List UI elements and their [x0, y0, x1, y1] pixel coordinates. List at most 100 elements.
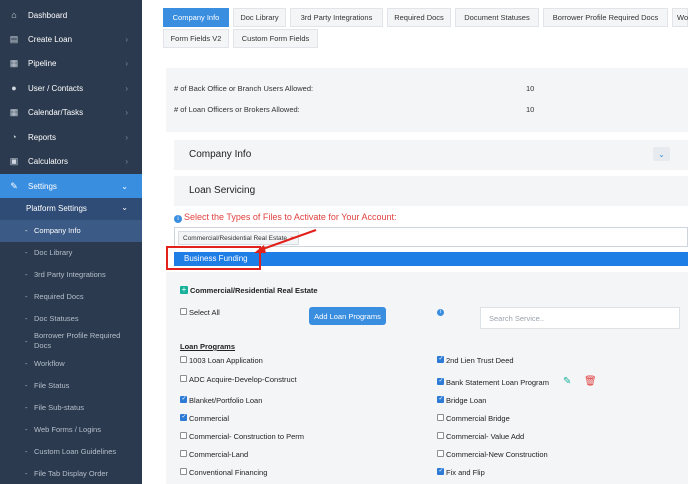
sidebar-item-label: Pipeline — [28, 58, 57, 68]
sidebar-subitem-label: File Status — [34, 381, 70, 390]
program-checkbox[interactable] — [180, 356, 187, 363]
program-checkbox[interactable] — [180, 468, 187, 475]
sidebar-item-label: Create Loan — [28, 34, 73, 44]
file-types-title: i Select the Types of Files to Activate f… — [174, 212, 396, 223]
sidebar-item-label: Platform Settings — [26, 204, 87, 213]
info-icon: i — [174, 215, 182, 223]
tab-doc-library[interactable]: Doc Library — [233, 8, 286, 27]
company-info-panel-header[interactable]: Company Info ⌄ — [174, 140, 688, 170]
chevron-right-icon: › — [125, 34, 128, 44]
loan-servicing-panel-title: Loan Servicing — [189, 185, 256, 196]
program-section-title: Commercial/Residential Real Estate — [190, 286, 318, 295]
program-checkbox[interactable] — [180, 450, 187, 457]
chevron-right-icon: › — [125, 107, 128, 117]
sidebar-item-create-loan[interactable]: ▤ Create Loan › — [0, 28, 142, 50]
tab-custom-form-fields[interactable]: Custom Form Fields — [233, 29, 318, 48]
program-label: 1003 Loan Application — [189, 356, 263, 365]
sidebar-item-pipeline[interactable]: ▦ Pipeline › — [0, 52, 142, 74]
sidebar: ⌂ Dashboard ▤ Create Loan › ▦ Pipeline ›… — [0, 0, 142, 484]
tab-company-info[interactable]: Company Info — [163, 8, 229, 27]
sidebar-subitem-label: Doc Library — [34, 248, 73, 257]
plus-icon[interactable]: + — [180, 286, 188, 294]
program-label: Commercial- Construction to Perm — [189, 432, 305, 441]
sidebar-item-platform-settings[interactable]: Platform Settings ⌄ — [0, 198, 142, 220]
program-checkbox[interactable] — [437, 450, 444, 457]
chevron-right-icon: › — [125, 83, 128, 93]
document-icon: ▤ — [9, 33, 19, 44]
program-checkbox[interactable] — [180, 375, 187, 382]
chevron-down-icon: ⌄ — [121, 203, 128, 212]
user-limits-section: # of Back Office or Branch Users Allowed… — [166, 68, 688, 132]
annotation-arrow-icon — [254, 229, 317, 253]
wrench-icon: ✎ — [10, 180, 18, 191]
tab-3rd-party-integrations[interactable]: 3rd Party Integrations — [290, 8, 383, 27]
program-checkbox[interactable] — [180, 395, 187, 403]
program-checkbox[interactable] — [180, 413, 187, 421]
program-checkbox[interactable] — [437, 432, 444, 439]
program-label: Commercial — [189, 414, 230, 423]
program-checkbox[interactable] — [437, 414, 444, 421]
sidebar-subitem-label: 3rd Party Integrations — [34, 270, 106, 279]
tab-workflow[interactable]: Wo — [672, 8, 688, 27]
loan-officers-label: # of Loan Officers or Brokers Allowed: — [174, 105, 300, 114]
tab-document-statuses[interactable]: Document Statuses — [455, 8, 539, 27]
file-types-title-text: Select the Types of Files to Activate fo… — [184, 212, 397, 222]
select-all-checkbox[interactable] — [180, 308, 187, 315]
back-office-users-value: 10 — [526, 84, 535, 93]
info-icon[interactable]: i — [437, 309, 444, 316]
chevron-right-icon: › — [125, 58, 128, 68]
program-label: Commercial-New Construction — [446, 450, 548, 459]
program-label: Bridge Loan — [446, 396, 487, 405]
sidebar-item-calendar-tasks[interactable]: ▦ Calendar/Tasks › — [0, 101, 142, 123]
program-label: Commercial Bridge — [446, 414, 510, 423]
sidebar-item-reports[interactable]: ◔ Reports › — [0, 126, 142, 148]
sidebar-item-settings[interactable]: ✎ Settings ⌄ — [0, 174, 142, 198]
reports-icon: ◔ — [11, 132, 17, 142]
sidebar-item-user-contacts[interactable]: ● User / Contacts › — [0, 77, 142, 99]
calendar-icon: ▦ — [9, 106, 19, 117]
program-label: Conventional Financing — [189, 468, 268, 477]
program-checkbox[interactable] — [437, 377, 444, 385]
program-checkbox[interactable] — [437, 395, 444, 403]
sidebar-item-label: Dashboard — [28, 10, 68, 20]
chevron-down-icon: ⌄ — [121, 181, 128, 191]
loan-servicing-panel-header[interactable]: Loan Servicing — [174, 176, 688, 206]
tab-borrower-profile-required-docs[interactable]: Borrower Profile Required Docs — [543, 8, 668, 27]
sidebar-subitem-label: Required Docs — [34, 292, 84, 301]
sidebar-subitem-label: Company Info — [34, 226, 81, 235]
tab-required-docs[interactable]: Required Docs — [387, 8, 451, 27]
annotation-highlight-box — [166, 246, 261, 270]
home-icon: ⌂ — [11, 10, 17, 20]
sidebar-item-calculators[interactable]: ▣ Calculators › — [0, 150, 142, 172]
select-all-label: Select All — [189, 308, 220, 317]
program-label: ADC Acquire-Develop-Construct — [189, 375, 297, 384]
chevron-right-icon: › — [125, 156, 128, 166]
program-label: Bank Statement Loan Program — [446, 378, 549, 387]
back-office-users-label: # of Back Office or Branch Users Allowed… — [174, 84, 314, 93]
program-checkbox[interactable] — [437, 467, 444, 475]
search-service-input[interactable] — [480, 307, 680, 329]
trash-icon[interactable]: 🗑 — [584, 376, 597, 387]
tab-form-fields-v2[interactable]: Form Fields V2 — [163, 29, 229, 48]
sidebar-item-label: Settings — [28, 181, 57, 191]
edit-icon[interactable]: ✎ — [563, 376, 571, 387]
sidebar-subitem-label: Workflow — [34, 359, 65, 368]
loan-programs-heading: Loan Programs — [180, 342, 236, 351]
sidebar-subitem-label: File Tab Display Order — [34, 469, 109, 478]
sidebar-item-label: Calendar/Tasks — [28, 107, 84, 117]
program-label: Blanket/Portfolio Loan — [189, 396, 263, 405]
loan-officers-value: 10 — [526, 105, 535, 114]
add-loan-programs-button[interactable]: Add Loan Programs — [309, 307, 386, 325]
sidebar-item-dashboard[interactable]: ⌂ Dashboard — [0, 4, 142, 26]
sidebar-item-label: User / Contacts — [28, 83, 84, 93]
pipeline-icon: ▦ — [9, 57, 19, 68]
chevron-right-icon: › — [125, 132, 128, 142]
user-icon: ● — [11, 83, 17, 93]
program-label: 2nd Lien Trust Deed — [446, 356, 514, 365]
chevron-down-icon[interactable]: ⌄ — [653, 147, 670, 161]
program-label: Commercial-Land — [189, 450, 249, 459]
program-label: Fix and Flip — [446, 468, 485, 477]
program-checkbox[interactable] — [437, 355, 444, 363]
sidebar-subitem-label: Doc Statuses — [34, 314, 79, 323]
program-checkbox[interactable] — [180, 432, 187, 439]
